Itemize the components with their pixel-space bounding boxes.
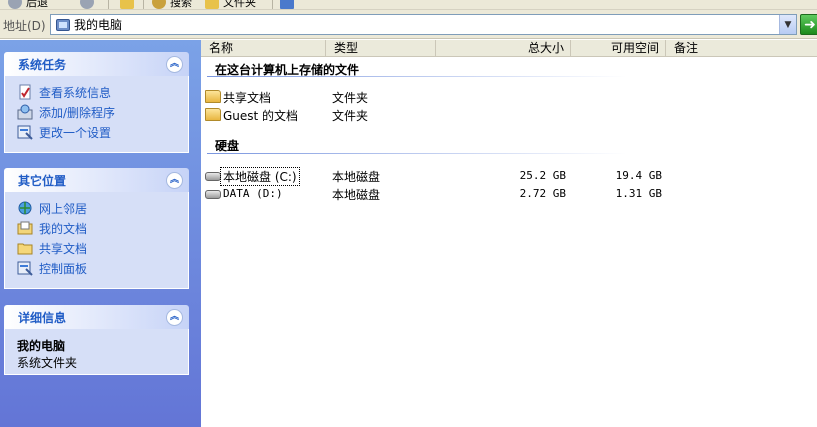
system-info-icon [19, 84, 31, 100]
column-name[interactable]: 名称 [201, 40, 326, 57]
control-panel-icon [17, 125, 33, 140]
hard-drive-icon [205, 172, 221, 181]
panel-title: 其它位置 [18, 173, 67, 188]
list-item[interactable]: DATA (D:) 本地磁盘 2.72 GB 1.31 GB [201, 185, 817, 203]
item-type: 本地磁盘 [332, 188, 381, 202]
back-arrow-icon [8, 0, 22, 9]
place-label: 控制面板 [39, 261, 88, 276]
item-name: DATA (D:) [223, 187, 283, 200]
details-name: 我的电脑 [17, 339, 66, 353]
forward-arrow-icon [80, 0, 94, 9]
address-label: 地址(D) [3, 19, 46, 33]
file-list: 名称 类型 总大小 可用空间 备注 在这台计算机上存储的文件 共享文档 文件夹 … [201, 40, 817, 427]
item-type: 文件夹 [332, 91, 369, 105]
folder-up-icon [120, 0, 134, 9]
place-network[interactable]: 网上邻居 [17, 198, 178, 218]
arrow-right-icon: ➜ [804, 16, 816, 33]
details-header[interactable]: 详细信息 ︽ [4, 305, 189, 329]
my-computer-icon [56, 18, 70, 31]
task-view-system-info[interactable]: 查看系统信息 [17, 82, 178, 102]
group-divider [207, 76, 627, 77]
item-name: 本地磁盘 (C:) [220, 167, 300, 186]
collapse-icon[interactable]: ︽ [166, 55, 183, 73]
back-button[interactable]: 后退 [8, 0, 48, 9]
details-panel: 详细信息 ︽ 我的电脑 系统文件夹 [4, 305, 189, 375]
list-item[interactable]: 共享文档 文件夹 [201, 88, 817, 106]
views-icon [280, 0, 294, 9]
views-button[interactable] [280, 0, 298, 9]
item-type: 本地磁盘 [332, 170, 381, 184]
address-input[interactable]: 我的电脑 ▼ [50, 14, 797, 35]
toolbar-separator [108, 0, 109, 9]
toolbar-separator [272, 0, 273, 9]
task-add-remove-programs[interactable]: 添加/删除程序 [17, 102, 178, 122]
system-tasks-panel: 系统任务 ︽ 查看系统信息 添加/删除程序 更改一个设置 [4, 52, 189, 153]
item-free-space: 1.31 GB [615, 187, 662, 200]
item-total-size: 25.2 GB [519, 169, 566, 182]
group-divider [207, 153, 627, 154]
task-label: 更改一个设置 [39, 125, 112, 140]
column-free-space[interactable]: 可用空间 [571, 40, 666, 57]
column-header: 名称 类型 总大小 可用空间 备注 [201, 40, 817, 57]
collapse-icon[interactable]: ︽ [166, 171, 183, 189]
search-button[interactable]: 搜索 [152, 0, 192, 9]
place-label: 共享文档 [39, 241, 88, 256]
details-body: 我的电脑 系统文件夹 [4, 329, 189, 375]
toolbar-separator [143, 0, 144, 9]
collapse-icon[interactable]: ︽ [166, 308, 183, 326]
system-tasks-body: 查看系统信息 添加/删除程序 更改一个设置 [4, 76, 189, 153]
list-item[interactable]: 本地磁盘 (C:) 本地磁盘 25.2 GB 19.4 GB [201, 167, 817, 186]
my-documents-icon [17, 221, 33, 235]
other-places-header[interactable]: 其它位置 ︽ [4, 168, 189, 192]
control-panel-icon [17, 261, 33, 276]
group-header-hard-disks: 硬盘 [215, 139, 240, 153]
folder-icon [205, 108, 221, 121]
toolbar: 后退 搜索 文件夹 [0, 0, 817, 10]
item-name: 共享文档 [223, 91, 272, 105]
system-tasks-header[interactable]: 系统任务 ︽ [4, 52, 189, 76]
up-button[interactable] [120, 0, 138, 9]
network-icon [18, 201, 32, 215]
chevron-down-icon: ▼ [784, 19, 792, 30]
place-label: 网上邻居 [39, 201, 88, 216]
item-name: Guest 的文档 [223, 109, 299, 123]
task-label: 添加/删除程序 [39, 105, 116, 120]
column-type[interactable]: 类型 [326, 40, 436, 57]
task-label: 查看系统信息 [39, 85, 112, 100]
place-control-panel[interactable]: 控制面板 [17, 258, 178, 278]
add-remove-programs-icon [17, 104, 33, 120]
shared-folder-icon [17, 243, 33, 255]
forward-button[interactable] [80, 0, 98, 9]
details-type: 系统文件夹 [17, 356, 78, 370]
place-shared-documents[interactable]: 共享文档 [17, 238, 178, 258]
item-total-size: 2.72 GB [519, 187, 566, 200]
place-label: 我的文档 [39, 221, 88, 236]
list-item[interactable]: Guest 的文档 文件夹 [201, 106, 817, 124]
address-value: 我的电脑 [74, 18, 123, 32]
panel-title: 系统任务 [18, 57, 67, 72]
shared-folder-icon [205, 90, 221, 103]
address-bar: 地址(D) 我的电脑 ▼ ➜ [0, 10, 817, 39]
hard-drive-icon [205, 190, 221, 199]
other-places-body: 网上邻居 我的文档 共享文档 控制面板 [4, 192, 189, 289]
other-places-panel: 其它位置 ︽ 网上邻居 我的文档 共享文档 控制面板 [4, 168, 189, 289]
item-type: 文件夹 [332, 109, 369, 123]
task-pane: 系统任务 ︽ 查看系统信息 添加/删除程序 更改一个设置 其它位置 ︽ 网上邻居… [0, 40, 201, 427]
search-icon [152, 0, 166, 9]
column-total-size[interactable]: 总大小 [436, 40, 571, 57]
item-free-space: 19.4 GB [615, 169, 662, 182]
address-dropdown-button[interactable]: ▼ [779, 15, 796, 34]
task-change-setting[interactable]: 更改一个设置 [17, 122, 178, 142]
folders-icon [205, 0, 219, 9]
folders-button[interactable]: 文件夹 [205, 0, 256, 9]
go-button[interactable]: ➜ [800, 14, 817, 35]
panel-title: 详细信息 [18, 310, 67, 325]
column-comment[interactable]: 备注 [666, 40, 817, 57]
place-my-documents[interactable]: 我的文档 [17, 218, 178, 238]
